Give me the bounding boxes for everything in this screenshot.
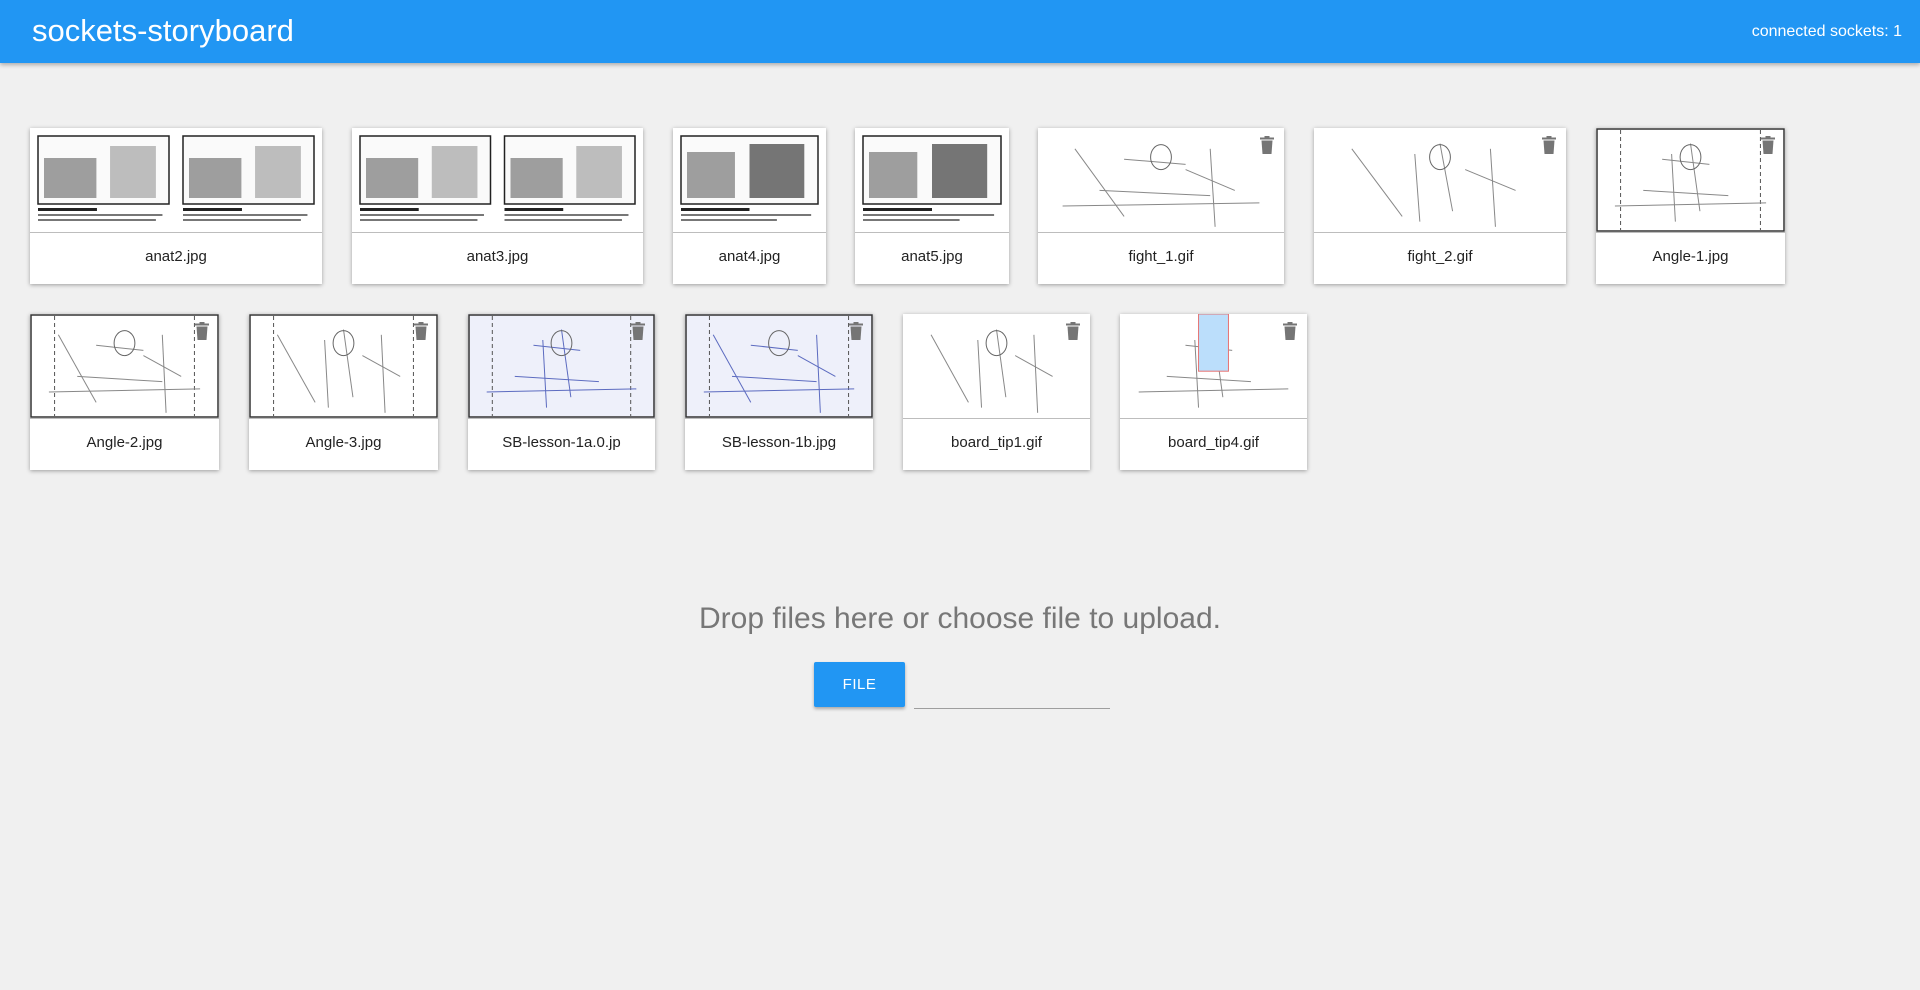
delete-icon[interactable] xyxy=(414,322,428,340)
file-thumbnail[interactable] xyxy=(249,314,438,419)
file-name: anat3.jpg xyxy=(466,248,529,265)
file-card[interactable]: anat4.jpg xyxy=(673,128,826,284)
delete-icon[interactable] xyxy=(1283,322,1297,340)
file-name: SB-lesson-1a.0.jp xyxy=(502,434,621,451)
file-card[interactable]: anat5.jpg xyxy=(855,128,1009,284)
file-name: fight_2.gif xyxy=(1407,248,1473,265)
file-card[interactable]: anat3.jpg xyxy=(352,128,643,284)
connected-sockets-status: connected sockets: 1 xyxy=(1751,23,1902,40)
delete-icon[interactable] xyxy=(1542,136,1556,154)
file-name: anat4.jpg xyxy=(718,248,781,265)
delete-icon[interactable] xyxy=(849,322,863,340)
file-thumbnail[interactable] xyxy=(1038,128,1284,233)
file-card[interactable]: anat2.jpg xyxy=(30,128,322,284)
file-card[interactable]: Angle-2.jpg xyxy=(30,314,219,470)
file-upload-button[interactable]: FILE xyxy=(814,662,905,707)
file-name: Angle-1.jpg xyxy=(1652,248,1729,265)
delete-icon[interactable] xyxy=(1761,136,1775,154)
file-name: Angle-2.jpg xyxy=(86,434,163,451)
file-thumbnail[interactable] xyxy=(855,128,1009,233)
file-card[interactable]: SB-lesson-1b.jpg xyxy=(685,314,873,470)
file-thumbnail[interactable] xyxy=(30,314,219,419)
drop-zone-prompt[interactable]: Drop files here or choose file to upload… xyxy=(0,602,1920,636)
file-card[interactable]: SB-lesson-1a.0.jp xyxy=(468,314,655,470)
file-card[interactable]: Angle-3.jpg xyxy=(249,314,438,470)
delete-icon[interactable] xyxy=(1260,136,1274,154)
file-name: SB-lesson-1b.jpg xyxy=(721,434,837,451)
file-name: board_tip1.gif xyxy=(951,434,1042,451)
app-title: sockets-storyboard xyxy=(32,13,294,48)
delete-icon[interactable] xyxy=(1066,322,1080,340)
file-card[interactable]: fight_2.gif xyxy=(1314,128,1566,284)
file-name: Angle-3.jpg xyxy=(305,434,382,451)
file-thumbnail[interactable] xyxy=(30,128,322,233)
file-path-field[interactable] xyxy=(914,672,1110,709)
file-name: fight_1.gif xyxy=(1128,248,1194,265)
file-card[interactable]: fight_1.gif xyxy=(1038,128,1284,284)
file-thumbnail[interactable] xyxy=(1314,128,1566,233)
file-card[interactable]: board_tip1.gif xyxy=(903,314,1090,470)
file-thumbnail[interactable] xyxy=(352,128,643,233)
file-card[interactable]: board_tip4.gif xyxy=(1120,314,1307,470)
file-name: board_tip4.gif xyxy=(1168,434,1259,451)
file-name: anat5.jpg xyxy=(901,248,963,265)
delete-icon[interactable] xyxy=(195,322,209,340)
file-thumbnail[interactable] xyxy=(903,314,1090,419)
file-thumbnail[interactable] xyxy=(673,128,826,233)
file-card[interactable]: Angle-1.jpg xyxy=(1596,128,1785,284)
file-thumbnail[interactable] xyxy=(1596,128,1785,233)
file-thumbnail[interactable] xyxy=(468,314,655,419)
app-header: sockets-storyboard connected sockets: 1 xyxy=(0,0,1920,63)
file-thumbnail[interactable] xyxy=(1120,314,1307,419)
delete-icon[interactable] xyxy=(631,322,645,340)
file-name: anat2.jpg xyxy=(145,248,207,265)
file-thumbnail[interactable] xyxy=(685,314,873,419)
